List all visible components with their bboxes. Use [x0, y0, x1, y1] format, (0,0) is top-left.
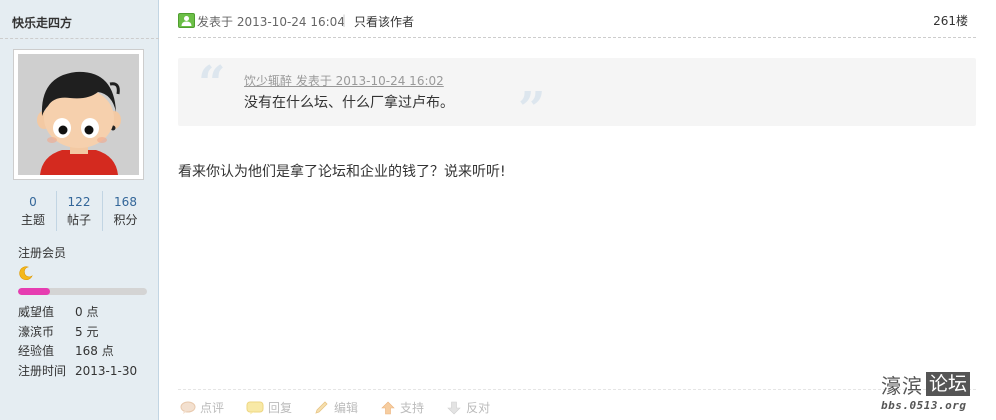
user-stats: 0 主题 122 帖子 168 积分 [0, 191, 159, 231]
info-value: 2013-1-30 [75, 363, 138, 378]
stat-posts-label: 帖子 [66, 213, 91, 227]
quote-open-icon: “ [198, 56, 226, 112]
person-icon [181, 16, 192, 26]
stat-posts-value[interactable]: 122 [57, 191, 102, 211]
stat-points-label: 积分 [113, 213, 138, 227]
floor-number[interactable]: 261楼 [933, 12, 968, 29]
stat-posts[interactable]: 122 帖子 [57, 191, 103, 231]
watermark-chinese: 濠滨 [881, 373, 923, 398]
info-value: 168 点 [75, 344, 114, 358]
moon-icon [19, 266, 33, 280]
edit-icon [315, 400, 328, 414]
quote-source-link[interactable]: 饮少辄醉 发表于 2013-10-24 16:02 [244, 72, 444, 89]
user-info-list: 威望值 0 点 濠滨币 5 元 经验值 168 点 注册时间 2013-1-30 [18, 303, 154, 381]
info-label: 濠滨币 [18, 324, 55, 339]
info-label: 注册时间 [18, 363, 67, 378]
quote-text: 没有在什么坛、什么厂拿过卢布。 [244, 95, 454, 111]
reply-icon [246, 401, 264, 414]
edit-label: 编辑 [334, 401, 359, 415]
thumb-up-icon [381, 401, 395, 414]
oppose-label: 反对 [466, 401, 491, 415]
avatar-image [18, 54, 139, 175]
cartoon-avatar-icon [18, 54, 139, 175]
support-button[interactable]: 支持 [380, 399, 424, 416]
separator: | [342, 13, 347, 27]
username[interactable]: 快乐走四方 [12, 14, 72, 31]
site-watermark-logo: 濠滨 论坛 bbs.0513.org [881, 371, 986, 415]
comment-button[interactable]: 点评 [180, 399, 224, 416]
stat-points-value[interactable]: 168 [103, 191, 149, 211]
thumb-down-icon [447, 401, 461, 414]
online-status-icon [178, 13, 195, 28]
comment-icon [180, 401, 196, 414]
edit-button[interactable]: 编辑 [314, 399, 358, 416]
view-author-only-link[interactable]: 只看该作者 [354, 13, 414, 30]
quote-block: “ 饮少辄醉 发表于 2013-10-24 16:02 没有在什么坛、什么厂拿过… [178, 56, 976, 134]
watermark-url: bbs.0513.org [881, 399, 967, 412]
info-label: 经验值 [18, 344, 55, 358]
stat-threads[interactable]: 0 主题 [11, 191, 57, 231]
support-label: 支持 [400, 401, 425, 415]
user-rank[interactable]: 注册会员 [18, 244, 66, 261]
avatar[interactable] [13, 49, 144, 180]
watermark-boxed-text: 论坛 [926, 372, 971, 396]
info-row-currency: 濠滨币 5 元 [18, 323, 154, 343]
info-value: 0 点 [75, 305, 99, 319]
level-progress-bar [18, 288, 147, 295]
divider [178, 389, 976, 390]
comment-label: 点评 [200, 401, 225, 415]
divider [0, 38, 159, 39]
post-timestamp: 发表于 2013-10-24 16:04 [197, 15, 345, 29]
level-progress-fill [18, 288, 51, 295]
stat-threads-value[interactable]: 0 [11, 191, 56, 211]
post-header: 发表于 2013-10-24 16:04 | 只看该作者 261楼 [178, 10, 976, 38]
info-row-prestige: 威望值 0 点 [18, 303, 154, 323]
post-actions: 点评 回复 编辑 支持 反对 [180, 399, 512, 416]
reply-button[interactable]: 回复 [246, 399, 292, 416]
post-body: 看来你认为他们是拿了论坛和企业的钱了？说来听听! [178, 164, 506, 180]
quote-close-icon: ” [518, 82, 546, 138]
info-row-register-date: 注册时间 2013-1-30 [18, 362, 154, 382]
stat-points[interactable]: 168 积分 [103, 191, 149, 231]
info-value: 5 元 [75, 324, 99, 339]
info-label: 威望值 [18, 305, 55, 319]
reply-label: 回复 [268, 401, 293, 415]
oppose-button[interactable]: 反对 [446, 399, 490, 416]
stat-threads-label: 主题 [20, 213, 45, 227]
info-row-experience: 经验值 168 点 [18, 342, 154, 362]
user-sidebar: 快乐走四方 0 主题 122 帖子 168 积分 注册会员 威望值 0 点 濠滨… [0, 0, 159, 420]
